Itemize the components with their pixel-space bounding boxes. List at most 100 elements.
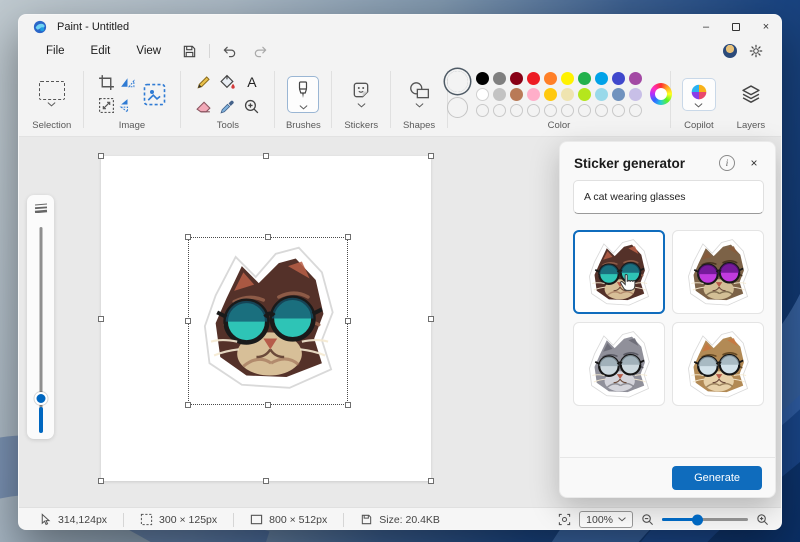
text-tool-icon[interactable]: A	[247, 74, 256, 90]
edit-colors-wheel-icon[interactable]	[650, 83, 672, 105]
sticker-thumbnail[interactable]	[672, 322, 764, 406]
group-divider	[331, 71, 332, 128]
zoom-level-dropdown[interactable]: 100%	[579, 511, 633, 528]
selection-tool-button[interactable]	[39, 81, 65, 107]
zoom-controls: 100%	[558, 511, 773, 528]
color-swatch[interactable]	[544, 72, 557, 85]
flip-vertical-icon[interactable]	[119, 97, 136, 114]
maximize-button[interactable]	[721, 15, 751, 39]
color-swatch[interactable]	[578, 88, 591, 101]
menu-file[interactable]: File	[33, 42, 78, 60]
empty-color-slot[interactable]	[476, 104, 489, 117]
empty-color-slot[interactable]	[493, 104, 506, 117]
zoom-in-icon[interactable]	[756, 513, 769, 526]
fit-to-screen-icon[interactable]	[558, 513, 571, 526]
background-color-swatch[interactable]	[447, 97, 468, 118]
empty-color-slot[interactable]	[510, 104, 523, 117]
selection-box[interactable]	[188, 237, 348, 405]
selection-handle[interactable]	[185, 402, 191, 408]
zoom-slider-thumb[interactable]	[692, 514, 703, 525]
color-swatch[interactable]	[612, 88, 625, 101]
color-swatch[interactable]	[629, 72, 642, 85]
stickers-button[interactable]	[344, 76, 378, 112]
copilot-group: Copilot	[673, 63, 725, 136]
color-swatch[interactable]	[595, 88, 608, 101]
color-swatch[interactable]	[527, 88, 540, 101]
foreground-color-swatch[interactable]	[447, 71, 468, 92]
menu-edit[interactable]: Edit	[78, 42, 124, 60]
color-swatch[interactable]	[510, 72, 523, 85]
empty-color-slot[interactable]	[578, 104, 591, 117]
crop-icon[interactable]	[98, 74, 115, 91]
menu-view[interactable]: View	[123, 42, 174, 60]
canvas-resize-handle[interactable]	[98, 153, 104, 159]
redo-icon[interactable]	[253, 44, 268, 59]
color-swatch[interactable]	[510, 88, 523, 101]
canvas-resize-handle[interactable]	[428, 153, 434, 159]
empty-color-slot[interactable]	[612, 104, 625, 117]
color-swatch[interactable]	[527, 72, 540, 85]
color-swatch[interactable]	[476, 88, 489, 101]
canvas-cat-sticker[interactable]	[191, 240, 345, 394]
selection-handle[interactable]	[265, 402, 271, 408]
brush-size-slider[interactable]	[27, 195, 54, 439]
slider-thumb[interactable]	[34, 392, 47, 405]
sticker-thumbnail[interactable]	[573, 230, 665, 314]
resize-icon[interactable]	[98, 97, 115, 114]
color-swatch[interactable]	[629, 88, 642, 101]
zoom-slider[interactable]	[662, 518, 748, 521]
sticker-cat-image	[682, 236, 754, 308]
empty-color-slot[interactable]	[629, 104, 642, 117]
brushes-button[interactable]	[287, 76, 319, 113]
prompt-input[interactable]	[573, 180, 764, 214]
generate-button[interactable]: Generate	[672, 466, 762, 490]
panel-close-icon[interactable]: ×	[745, 154, 763, 172]
color-swatch[interactable]	[544, 88, 557, 101]
canvas-resize-handle[interactable]	[98, 478, 104, 484]
empty-color-slot[interactable]	[527, 104, 540, 117]
color-swatch[interactable]	[612, 72, 625, 85]
canvas-resize-handle[interactable]	[98, 316, 104, 322]
copilot-button[interactable]	[682, 78, 716, 111]
empty-color-slot[interactable]	[544, 104, 557, 117]
shapes-button[interactable]	[401, 77, 437, 112]
account-avatar[interactable]	[723, 44, 737, 58]
eraser-icon[interactable]	[195, 98, 212, 115]
selection-group: Selection	[23, 63, 81, 136]
zoom-out-icon[interactable]	[641, 513, 654, 526]
drawing-canvas[interactable]	[101, 156, 431, 481]
layers-button[interactable]	[733, 79, 769, 109]
color-swatch[interactable]	[493, 88, 506, 101]
canvas-resize-handle[interactable]	[263, 478, 269, 484]
color-picker-icon[interactable]	[219, 98, 236, 115]
canvas-resize-handle[interactable]	[428, 316, 434, 322]
chevron-down-icon[interactable]	[47, 102, 56, 107]
fill-bucket-icon[interactable]	[219, 74, 236, 91]
color-swatch[interactable]	[561, 72, 574, 85]
workspace: Sticker generator i × Generate	[19, 137, 781, 507]
canvas-resize-handle[interactable]	[263, 153, 269, 159]
selection-handle[interactable]	[345, 402, 351, 408]
close-button[interactable]: ×	[751, 15, 781, 39]
settings-gear-icon[interactable]	[749, 44, 763, 58]
selection-handle[interactable]	[345, 318, 351, 324]
empty-color-slot[interactable]	[561, 104, 574, 117]
color-swatch[interactable]	[595, 72, 608, 85]
selection-handle[interactable]	[345, 234, 351, 240]
color-swatch[interactable]	[476, 72, 489, 85]
info-icon[interactable]: i	[719, 155, 735, 171]
sticker-thumbnail[interactable]	[573, 322, 665, 406]
canvas-resize-handle[interactable]	[428, 478, 434, 484]
color-swatch[interactable]	[578, 72, 591, 85]
pencil-icon[interactable]	[195, 74, 212, 91]
undo-icon[interactable]	[222, 44, 237, 59]
empty-color-slot[interactable]	[595, 104, 608, 117]
background-removal-icon[interactable]	[142, 82, 167, 107]
magnifier-tool-icon[interactable]	[243, 98, 260, 115]
color-swatch[interactable]	[561, 88, 574, 101]
rotate-flip-icon[interactable]	[119, 74, 136, 91]
sticker-thumbnail[interactable]	[672, 230, 764, 314]
color-swatch[interactable]	[493, 72, 506, 85]
minimize-button[interactable]: –	[691, 15, 721, 39]
save-icon[interactable]	[182, 44, 197, 59]
